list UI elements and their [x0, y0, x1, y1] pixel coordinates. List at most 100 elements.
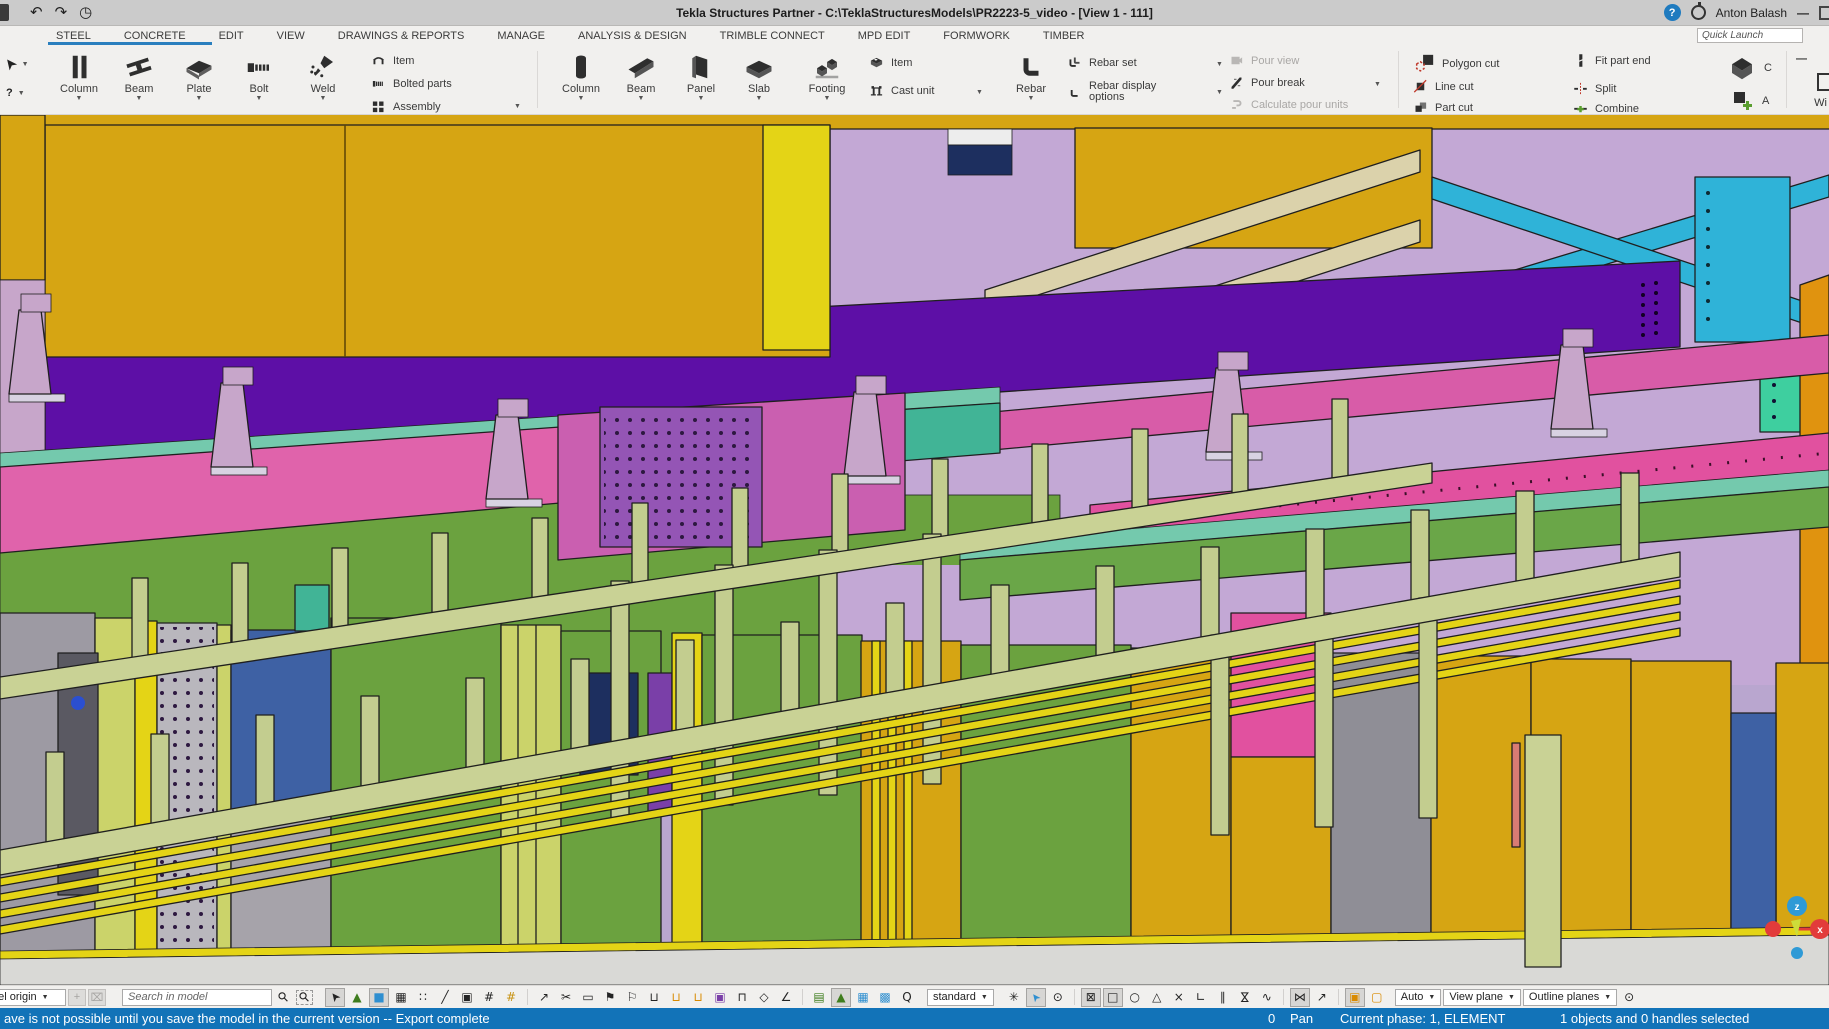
measure-angle-button[interactable]: ∠: [776, 988, 796, 1007]
rebar-tool-2-button[interactable]: ⊔: [666, 988, 686, 1007]
ribbon-polygon-cut-button[interactable]: Polygon cut: [1412, 53, 1499, 75]
ribbon-partial-button-c[interactable]: C: [1726, 53, 1772, 83]
snap-parallel-button[interactable]: ∥: [1213, 988, 1233, 1007]
grid-view-button[interactable]: ▦: [853, 988, 873, 1007]
snap-circle-button[interactable]: ○: [1125, 988, 1145, 1007]
help-icon[interactable]: ?: [1664, 4, 1681, 21]
fence-select-button[interactable]: ▭: [578, 988, 598, 1007]
ribbon-weld-button[interactable]: Weld▼: [294, 51, 352, 102]
ribbon-concrete-beam-button[interactable]: Beam▼: [612, 51, 670, 102]
select-components-button[interactable]: ▲: [347, 988, 367, 1007]
chevron-down-icon[interactable]: ▼: [1216, 89, 1223, 96]
search-area-icon[interactable]: ⚲: [296, 990, 313, 1005]
ribbon-partial-button-a[interactable]: A: [1730, 89, 1769, 113]
ribbon-steel-column-button[interactable]: Column▼: [50, 51, 108, 102]
chevron-down-icon[interactable]: ▼: [1216, 61, 1223, 68]
tab-concrete[interactable]: CONCRETE: [124, 30, 186, 42]
rebar-tool-3-button[interactable]: ⊔: [688, 988, 708, 1007]
tab-manage[interactable]: MANAGE: [497, 30, 545, 42]
stopwatch-icon[interactable]: [1691, 5, 1706, 20]
search-icon[interactable]: ⚲: [274, 988, 294, 1007]
grid-view-alt-button[interactable]: ▩: [875, 988, 895, 1007]
tab-steel[interactable]: STEEL: [56, 30, 91, 42]
cut-button[interactable]: ✂: [556, 988, 576, 1007]
snap-depth-dropdown[interactable]: Auto▼: [1395, 989, 1442, 1006]
inquire-tool-button[interactable]: ?▼: [6, 87, 25, 99]
ribbon-part-cut-button[interactable]: Part cut: [1412, 100, 1473, 115]
select-points-button[interactable]: ∷: [413, 988, 433, 1007]
snap-web-button[interactable]: ✳: [1004, 988, 1024, 1007]
tab-drawings-reports[interactable]: DRAWINGS & REPORTS: [338, 30, 465, 42]
snap-square-button[interactable]: □: [1103, 988, 1123, 1007]
model-search-input[interactable]: [122, 989, 272, 1006]
select-grid-lines-button[interactable]: #: [501, 988, 521, 1007]
snap-ortho-button[interactable]: ⋈: [1290, 988, 1310, 1007]
tab-view[interactable]: VIEW: [277, 30, 305, 42]
ribbon-steel-plate-button[interactable]: Plate▼: [170, 51, 228, 102]
white-block[interactable]: [948, 129, 1012, 145]
origin-dropdown[interactable]: del origin▼: [0, 989, 66, 1006]
component-preset-dropdown[interactable]: standard▼: [927, 989, 994, 1006]
ribbon-fit-part-end-button[interactable]: Fit part end: [1572, 53, 1651, 68]
form-face-button[interactable]: ⊓: [732, 988, 752, 1007]
snap-cross-button[interactable]: ×: [1169, 988, 1189, 1007]
chevron-down-icon[interactable]: ▼: [514, 103, 521, 110]
delete-point-button[interactable]: ⌧: [88, 989, 106, 1006]
snap-jump-button[interactable]: ↗: [534, 988, 554, 1007]
snap-extension-button[interactable]: ↗: [1312, 988, 1332, 1007]
select-switch-button[interactable]: ➤: [325, 988, 345, 1007]
snap-perpendicular-button[interactable]: ∟: [1191, 988, 1211, 1007]
flag-button[interactable]: ⚐: [622, 988, 642, 1007]
snap-freeform-button[interactable]: ∿: [1257, 988, 1277, 1007]
tab-mpd-edit[interactable]: MPD EDIT: [858, 30, 911, 42]
rebar-tool-1-button[interactable]: ⊔: [644, 988, 664, 1007]
visibility-diamond-button[interactable]: ◇: [754, 988, 774, 1007]
snap-midpoint-button[interactable]: ⋈: [1235, 988, 1255, 1007]
window-icon[interactable]: [1817, 73, 1829, 91]
component-cone-button[interactable]: ▲: [831, 988, 851, 1007]
ribbon-rebar-display-options-button[interactable]: Rebar display options: [1066, 81, 1216, 103]
navy-block[interactable]: [948, 145, 1012, 175]
render-image-button[interactable]: ▤: [809, 988, 829, 1007]
rebar-tool-4-button[interactable]: ▣: [710, 988, 730, 1007]
model-viewport[interactable]: z x: [0, 115, 1829, 985]
ribbon-rebar-set-button[interactable]: Rebar set: [1066, 55, 1137, 70]
tab-formwork[interactable]: FORMWORK: [943, 30, 1010, 42]
workplane-button[interactable]: ▣: [1345, 988, 1365, 1007]
ribbon-pour-view-button[interactable]: Pour view: [1228, 53, 1299, 68]
planes-visibility-eye-button[interactable]: ⊙: [1619, 988, 1639, 1007]
select-tool-button[interactable]: ➤▼: [4, 55, 29, 73]
ribbon-line-cut-button[interactable]: Line cut: [1412, 79, 1474, 94]
cyan-panel[interactable]: [1695, 177, 1790, 342]
ribbon-steel-beam-button[interactable]: Beam▼: [110, 51, 168, 102]
snap-box-button[interactable]: ⊠: [1081, 988, 1101, 1007]
ribbon-rebar-button[interactable]: Rebar▼: [1002, 51, 1060, 102]
ribbon-assembly-button[interactable]: Assembly: [370, 99, 441, 114]
snap-triangle-button[interactable]: △: [1147, 988, 1167, 1007]
tab-trimble-connect[interactable]: TRIMBLE CONNECT: [720, 30, 825, 42]
gold-wall-box[interactable]: [45, 125, 830, 357]
restore-button[interactable]: [1819, 6, 1829, 20]
ribbon-cast-unit-button[interactable]: Cast unit: [868, 83, 934, 98]
quick-launch-input[interactable]: [1697, 28, 1803, 43]
ribbon-minimize-button[interactable]: —: [1796, 53, 1807, 65]
tab-edit[interactable]: EDIT: [219, 30, 244, 42]
ribbon-concrete-column-button[interactable]: Column▼: [552, 51, 610, 102]
viewport-3d-scene[interactable]: z x: [0, 115, 1829, 985]
user-name[interactable]: Anton Balash: [1716, 6, 1787, 20]
select-grids-button[interactable]: #: [479, 988, 499, 1007]
minimize-button[interactable]: —: [1797, 6, 1809, 20]
smart-cursor-button[interactable]: ➤: [1026, 988, 1046, 1007]
tab-analysis-design[interactable]: ANALYSIS & DESIGN: [578, 30, 687, 42]
ribbon-split-button[interactable]: Split: [1572, 81, 1616, 96]
select-lines-button[interactable]: ╱: [435, 988, 455, 1007]
outline-planes-dropdown[interactable]: Outline planes▼: [1523, 989, 1617, 1006]
select-parts-button[interactable]: ▣: [457, 988, 477, 1007]
tab-timber[interactable]: TIMBER: [1043, 30, 1085, 42]
left-gold-column[interactable]: [0, 115, 45, 280]
ribbon-steel-item-button[interactable]: Item: [370, 53, 414, 68]
flag-t-button[interactable]: ⚑: [600, 988, 620, 1007]
ribbon-slab-button[interactable]: Slab▼: [730, 51, 788, 102]
view-plane-dropdown[interactable]: View plane▼: [1443, 989, 1521, 1006]
workarea-button[interactable]: ▢: [1367, 988, 1387, 1007]
